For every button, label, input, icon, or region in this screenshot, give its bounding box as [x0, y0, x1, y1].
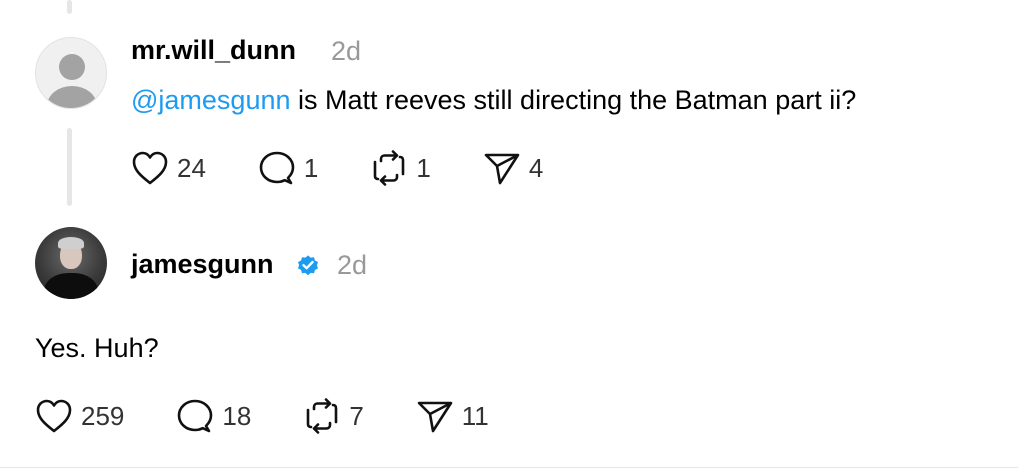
paper-plane-icon — [416, 398, 454, 434]
share-count: 4 — [528, 152, 544, 183]
repost-icon — [370, 150, 408, 186]
username[interactable]: mr.will_dunn — [131, 35, 296, 66]
share-count: 11 — [461, 400, 489, 431]
avatar[interactable] — [35, 37, 107, 109]
username[interactable]: jamesgunn — [131, 249, 274, 280]
divider — [0, 467, 1018, 468]
speech-bubble-icon — [258, 150, 296, 186]
repost-count: 7 — [349, 400, 364, 431]
reply-button[interactable]: 18 — [176, 398, 251, 434]
speech-bubble-icon — [176, 398, 214, 434]
post-body: is Matt reeves still directing the Batma… — [290, 85, 857, 115]
post-text: Yes. Huh? — [35, 333, 159, 363]
action-bar: 24 1 1 4 — [131, 150, 543, 186]
reply-button[interactable]: 1 — [258, 150, 318, 186]
timestamp: 2d — [337, 250, 368, 280]
share-button[interactable]: 4 — [483, 150, 543, 186]
timestamp: 2d — [331, 36, 362, 66]
share-button[interactable]: 11 — [416, 398, 489, 434]
mention-link[interactable]: @jamesgunn — [131, 85, 291, 115]
like-button[interactable]: 24 — [131, 150, 206, 186]
repost-count: 1 — [416, 152, 431, 183]
thread-line-top — [67, 0, 72, 14]
heart-icon — [131, 150, 169, 186]
avatar[interactable] — [35, 227, 107, 299]
action-bar: 259 18 7 11 — [35, 398, 489, 434]
avatar-shirt — [44, 273, 98, 299]
reply-count: 1 — [303, 152, 319, 183]
like-button[interactable]: 259 — [35, 398, 124, 434]
verified-badge-icon — [296, 253, 320, 277]
avatar-hair — [58, 237, 84, 249]
repost-button[interactable]: 1 — [370, 150, 431, 186]
default-avatar-head — [59, 54, 85, 80]
reply-count: 18 — [222, 400, 252, 431]
thread-line-middle — [67, 128, 72, 206]
like-count: 24 — [177, 152, 206, 183]
like-count: 259 — [81, 400, 125, 431]
post-text: @jamesgunn is Matt reeves still directin… — [131, 85, 856, 116]
paper-plane-icon — [483, 150, 521, 186]
repost-button[interactable]: 7 — [303, 398, 364, 434]
heart-icon — [35, 398, 73, 434]
repost-icon — [303, 398, 341, 434]
default-avatar-body — [47, 86, 97, 108]
